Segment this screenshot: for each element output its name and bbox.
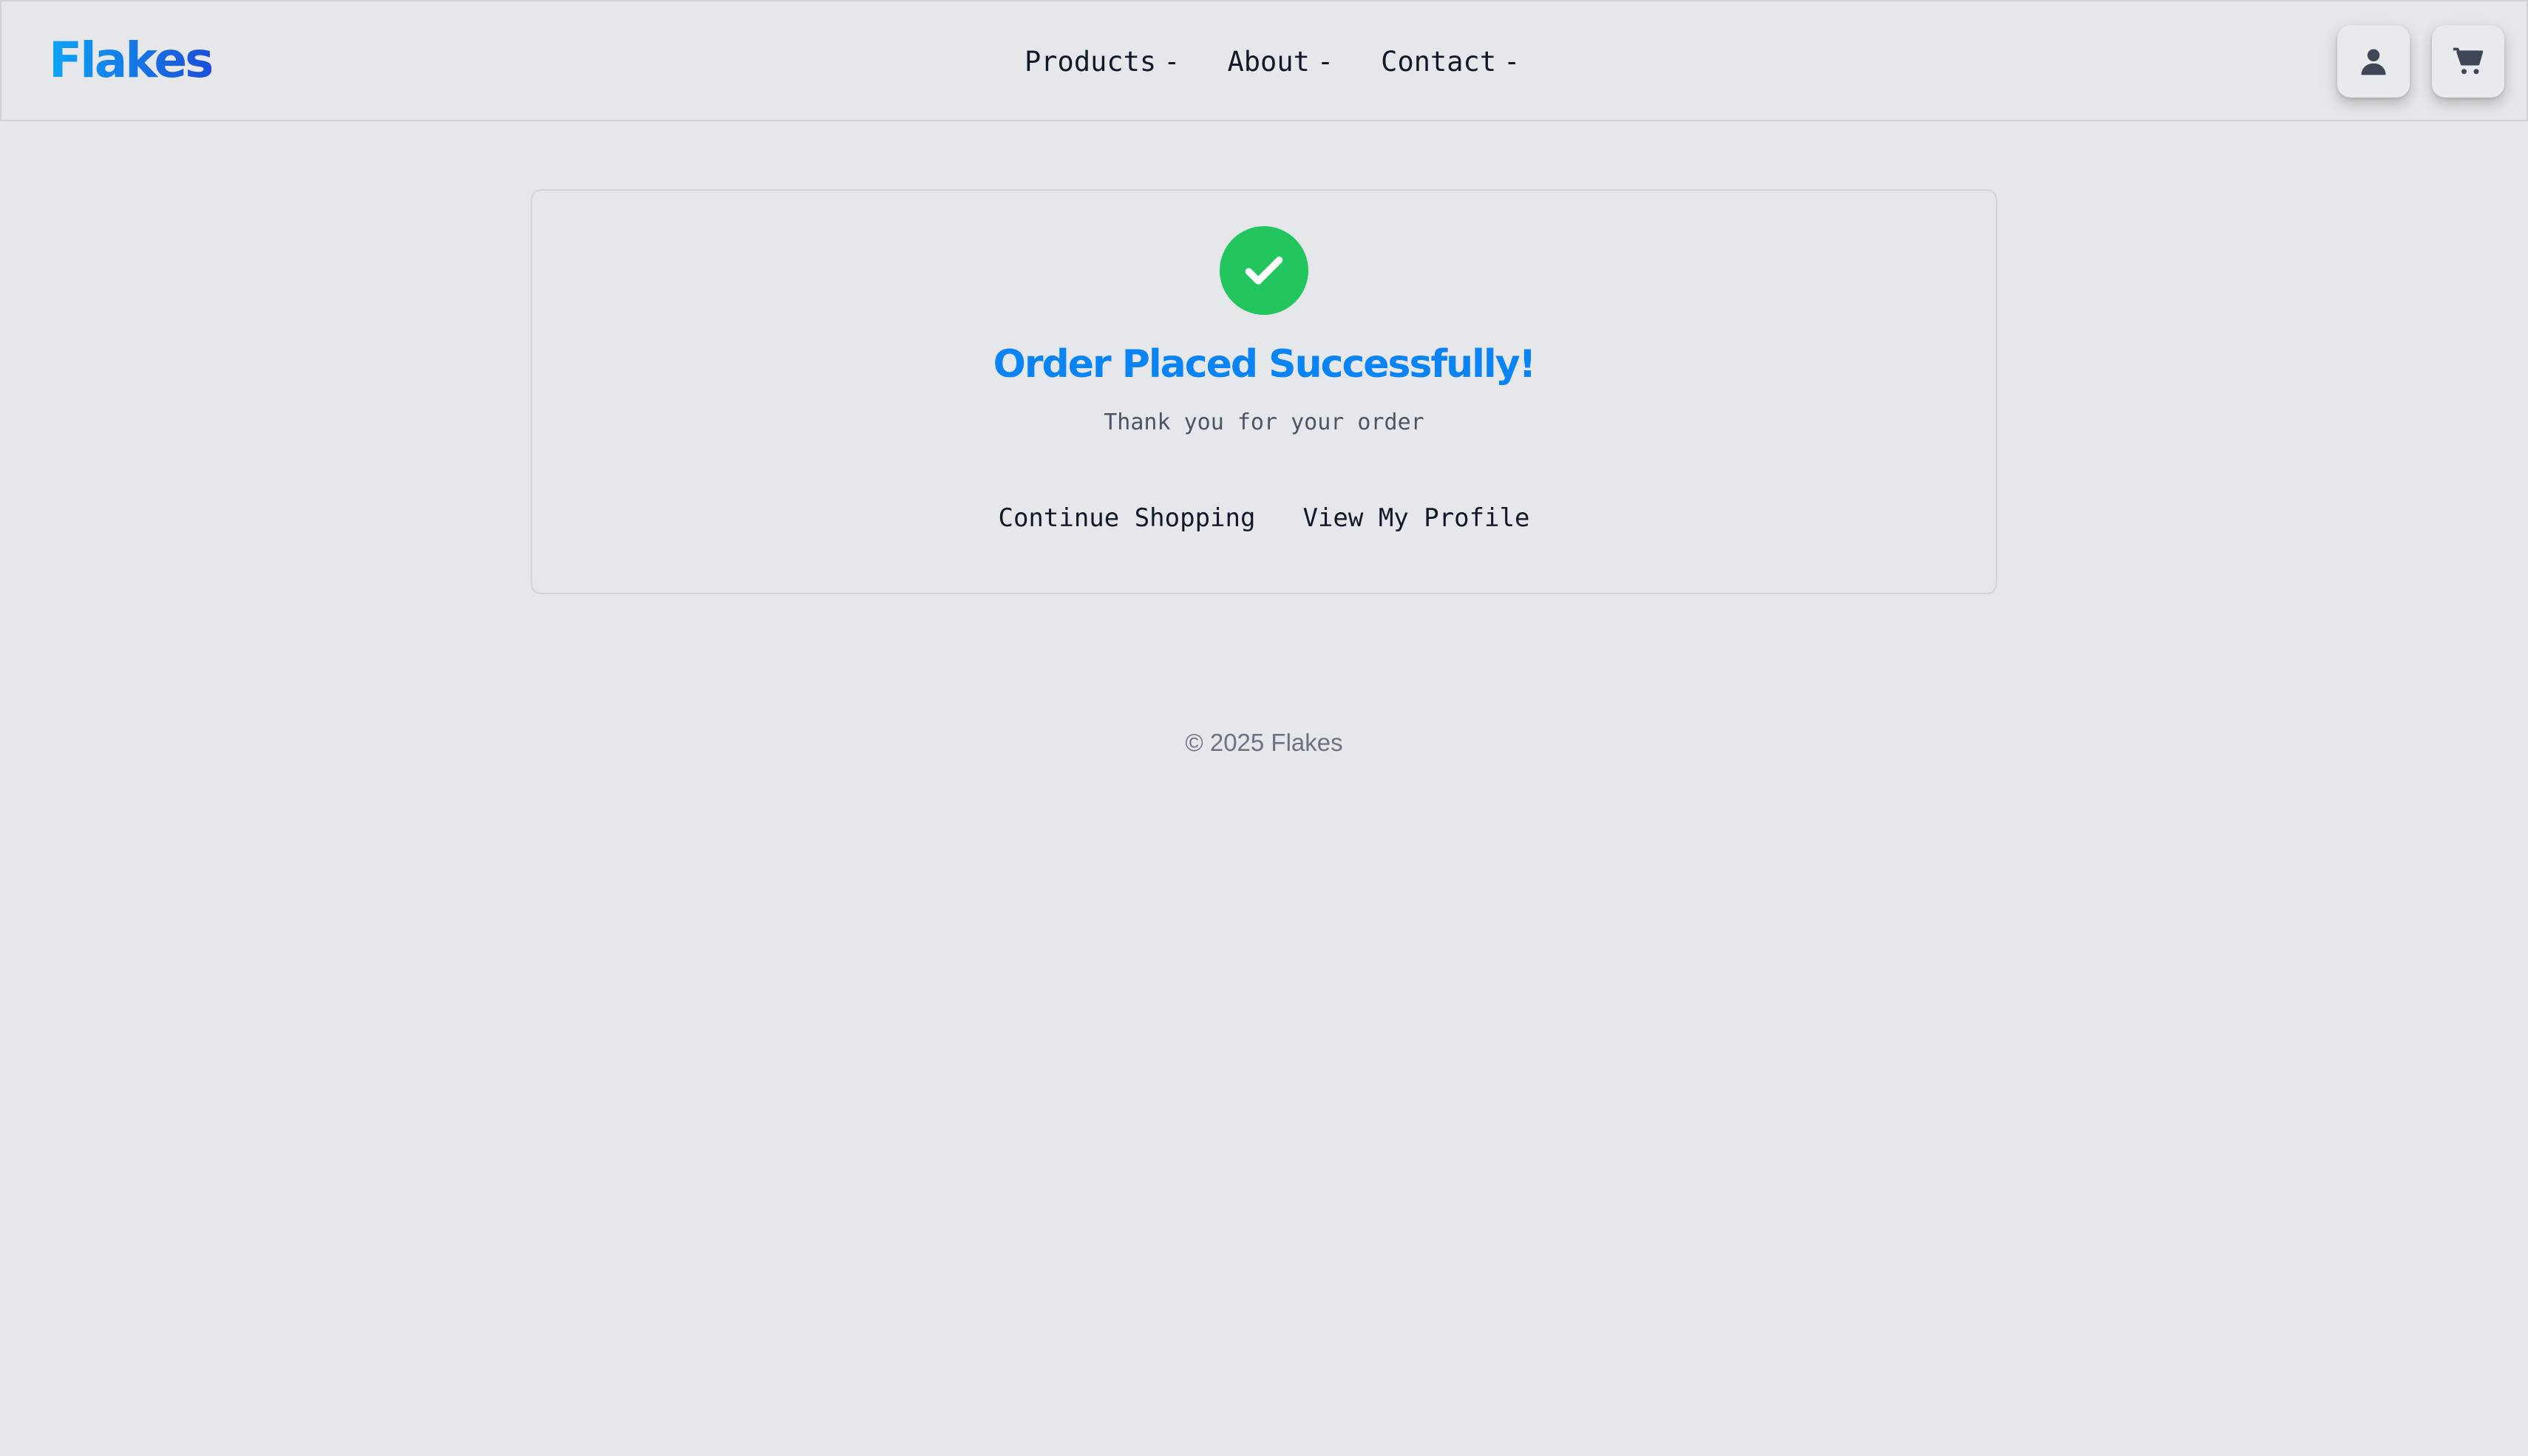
confirmation-actions: Continue Shopping View My Profile [532,501,1996,535]
view-profile-link[interactable]: View My Profile [1302,501,1529,535]
confirmation-title: Order Placed Successfully! [993,342,1537,387]
nav-label-products: Products [1025,46,1157,78]
confirmation-subtitle: Thank you for your order [1104,409,1424,435]
cart-icon [2453,47,2484,75]
chevron-down-icon: - [1503,46,1520,78]
brand-logo[interactable]: Flakes [49,31,214,90]
account-button[interactable] [2337,25,2410,98]
site-header: Flakes Products - About - Contact - [0,0,2528,121]
site-footer: © 2025 Flakes [1185,729,1343,756]
check-circle-icon [1220,226,1308,315]
checkmark-icon [1245,256,1283,285]
nav-item-products[interactable]: Products - [1025,43,1180,81]
chevron-down-icon: - [1163,46,1180,78]
nav-item-contact[interactable]: Contact - [1381,43,1520,81]
continue-shopping-link[interactable]: Continue Shopping [998,501,1255,535]
nav-label-about: About [1227,46,1310,78]
order-confirmation-card: Order Placed Successfully! Thank you for… [531,189,1997,594]
nav-item-about[interactable]: About - [1228,43,1334,81]
cart-button[interactable] [2432,25,2504,98]
main-nav: Products - About - Contact - [1025,43,1520,81]
chevron-down-icon: - [1316,46,1334,78]
nav-label-contact: Contact [1381,46,1497,78]
user-icon [2361,49,2386,75]
